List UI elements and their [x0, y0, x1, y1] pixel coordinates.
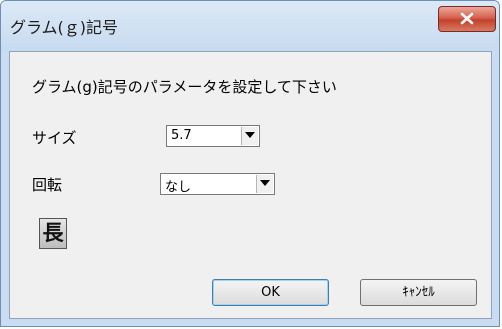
cancel-button[interactable]: ｷｬﾝｾﾙ: [360, 279, 477, 306]
size-value: 5.7: [171, 128, 192, 143]
chevron-down-icon: [245, 132, 255, 138]
size-label: サイズ: [32, 129, 77, 147]
rotation-value: なし: [165, 180, 192, 195]
window-title: グラム(ｇ)記号: [10, 18, 119, 37]
rotation-dropdown-button[interactable]: [256, 175, 273, 193]
dialog-content: グラム(g)記号のパラメータを設定して下さい サイズ 5.7 回転 なし 長 O…: [9, 51, 492, 319]
rotation-label: 回転: [32, 176, 63, 194]
title-bar[interactable]: グラム(ｇ)記号: [1, 1, 499, 51]
chevron-down-icon: [260, 180, 270, 186]
size-select[interactable]: 5.7: [166, 125, 260, 147]
long-sound-button[interactable]: 長: [39, 218, 67, 249]
dialog-window: グラム(ｇ)記号 グラム(g)記号のパラメータを設定して下さい サイズ 5.7 …: [0, 0, 500, 327]
close-icon: [460, 12, 474, 25]
ok-button[interactable]: OK: [212, 279, 329, 306]
close-button[interactable]: [438, 6, 496, 32]
size-dropdown-button[interactable]: [241, 127, 258, 145]
rotation-select[interactable]: なし: [160, 173, 275, 195]
prompt-text: グラム(g)記号のパラメータを設定して下さい: [32, 78, 337, 96]
